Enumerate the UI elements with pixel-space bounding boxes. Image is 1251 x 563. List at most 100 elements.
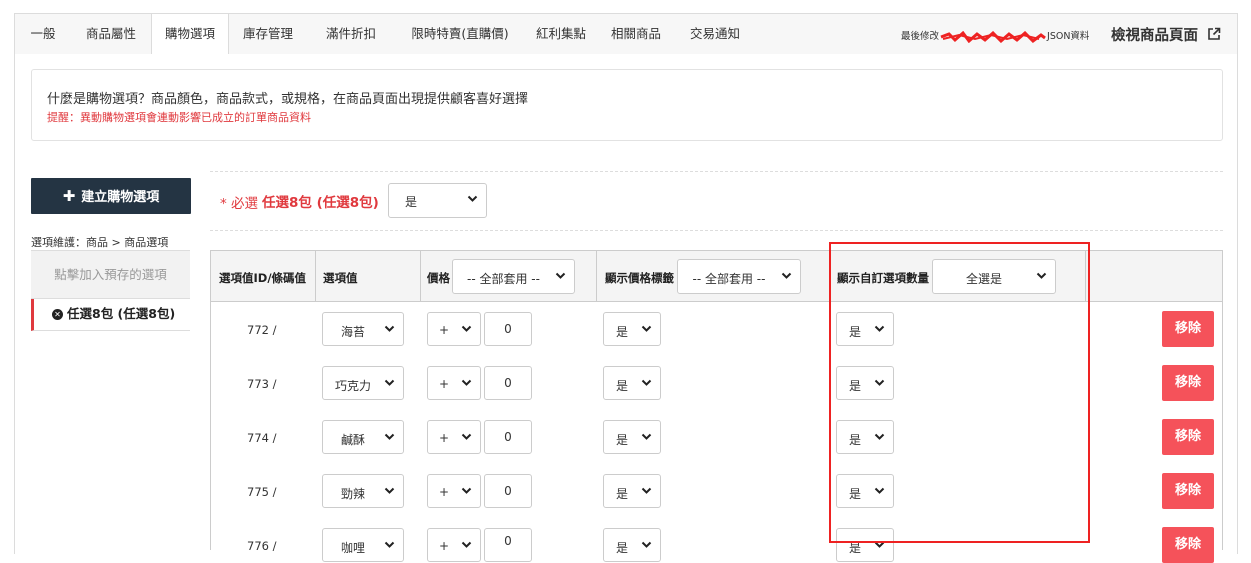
chevron-down-icon	[641, 485, 652, 499]
maintenance-breadcrumb: 選項維護：商品 > 商品選項	[31, 236, 169, 249]
show-price-tag-select[interactable]: 是	[603, 528, 661, 562]
redacted-scribble	[940, 30, 1046, 43]
row-id: 774 /	[247, 431, 277, 445]
tab-bar: 一般 商品屬性 購物選項 庫存管理 滿件折扣 限時特賣(直購價) 紅利集點 相關…	[14, 13, 1238, 54]
tab-inventory[interactable]: 庫存管理	[229, 14, 307, 54]
price-sign: +	[438, 431, 450, 445]
create-option-button[interactable]: ✚ 建立購物選項	[31, 178, 191, 214]
option-name: 任選8包 (任選8包)	[262, 195, 379, 211]
chevron-down-icon	[384, 323, 395, 337]
tab-transaction-notice[interactable]: 交易通知	[675, 14, 755, 54]
info-warning: 提醒：異動購物選項會連動影響已成立的訂單商品資料	[47, 111, 311, 124]
show-price-tag-select[interactable]: 是	[603, 474, 661, 508]
remove-button[interactable]: 移除	[1162, 527, 1214, 563]
price-input[interactable]: 0	[484, 312, 532, 346]
chevron-down-icon	[467, 193, 478, 207]
price-sign-select[interactable]: +	[427, 366, 481, 400]
option-value-select[interactable]: 鹹酥	[322, 420, 404, 454]
divider	[210, 171, 1223, 172]
tab-flash-sale[interactable]: 限時特賣(直購價)	[395, 14, 525, 54]
show-price-tag-value: 是	[615, 379, 628, 393]
price-apply-all-select[interactable]: -- 全部套用 --	[452, 259, 575, 294]
required-label: * 必選	[220, 196, 259, 212]
row-id: 775 /	[247, 485, 277, 499]
json-link[interactable]: JSON資料	[1047, 31, 1089, 42]
price-sign: +	[438, 539, 450, 553]
option-value: 鹹酥	[340, 433, 365, 447]
chevron-down-icon	[384, 539, 395, 553]
chevron-down-icon	[461, 539, 472, 553]
th-show-price-tag: 顯示價格標籤	[605, 271, 674, 285]
option-value: 海苔	[340, 325, 365, 339]
th-price: 價格	[427, 271, 450, 285]
view-page-label: 檢視商品頁面	[1111, 28, 1198, 44]
required-select[interactable]: 是	[388, 183, 487, 218]
tab-related-products[interactable]: 相關商品	[597, 14, 675, 54]
option-list: 點擊加入預存的選項 ✕ 任選8包 (任選8包)	[31, 250, 190, 331]
option-value-select[interactable]: 海苔	[322, 312, 404, 346]
price-sign-select[interactable]: +	[427, 312, 481, 346]
tab-shopping-options[interactable]: 購物選項	[151, 13, 229, 54]
price-tag-apply-all-value: -- 全部套用 --	[692, 272, 766, 286]
remove-button[interactable]: 移除	[1162, 473, 1214, 509]
remove-button[interactable]: 移除	[1162, 365, 1214, 401]
column-divider	[315, 251, 316, 302]
tab-attributes[interactable]: 商品屬性	[71, 14, 151, 54]
option-value-select[interactable]: 巧克力	[322, 366, 404, 400]
chevron-down-icon	[461, 431, 472, 445]
show-price-tag-select[interactable]: 是	[603, 420, 661, 454]
option-value-select[interactable]: 咖哩	[322, 528, 404, 562]
price-apply-all-value: -- 全部套用 --	[467, 272, 540, 286]
option-value-select[interactable]: 勁辣	[322, 474, 404, 508]
option-value: 咖哩	[340, 541, 365, 555]
highlight-annotation-box	[829, 242, 1090, 543]
chevron-down-icon	[384, 485, 395, 499]
chevron-down-icon	[461, 485, 472, 499]
price-sign: +	[438, 377, 450, 391]
tab-quantity-discount[interactable]: 滿件折扣	[307, 14, 395, 54]
view-product-page-link[interactable]: 檢視商品頁面	[1111, 24, 1221, 45]
add-preset-option[interactable]: 點擊加入預存的選項	[31, 251, 190, 299]
column-divider	[420, 251, 421, 302]
show-price-tag-select[interactable]: 是	[603, 312, 661, 346]
price-input[interactable]: 0	[484, 474, 532, 508]
price-input[interactable]: 0	[484, 420, 532, 454]
option-list-item-selected[interactable]: ✕ 任選8包 (任選8包)	[31, 299, 190, 331]
chevron-down-icon	[641, 323, 652, 337]
chevron-down-icon	[641, 539, 652, 553]
column-divider	[596, 251, 597, 302]
row-id: 773 /	[247, 377, 277, 391]
price-sign-select[interactable]: +	[427, 528, 481, 562]
price-sign: +	[438, 485, 450, 499]
option-list-item-label: 任選8包 (任選8包)	[67, 306, 176, 321]
show-price-tag-value: 是	[615, 487, 628, 501]
remove-button[interactable]: 移除	[1162, 419, 1214, 455]
price-input[interactable]: 0	[484, 366, 532, 400]
price-tag-apply-all-select[interactable]: -- 全部套用 --	[677, 259, 801, 294]
external-link-icon	[1208, 27, 1221, 40]
tab-bonus-points[interactable]: 紅利集點	[525, 14, 597, 54]
show-price-tag-value: 是	[615, 325, 628, 339]
remove-circle-icon[interactable]: ✕	[52, 309, 63, 320]
price-input[interactable]: 0	[484, 528, 532, 562]
plus-icon: ✚	[62, 187, 76, 205]
row-id: 772 /	[247, 323, 277, 337]
show-price-tag-value: 是	[615, 433, 628, 447]
show-price-tag-select[interactable]: 是	[603, 366, 661, 400]
chevron-down-icon	[384, 431, 395, 445]
divider	[210, 230, 1223, 231]
chevron-down-icon	[781, 270, 792, 284]
tab-general[interactable]: 一般	[15, 14, 71, 54]
price-sign-select[interactable]: +	[427, 420, 481, 454]
last-modified: 最後修改 JSON資料	[901, 28, 1089, 43]
row-id: 776 /	[247, 539, 277, 553]
price-sign-select[interactable]: +	[427, 474, 481, 508]
th-id: 選項值ID/條碼值	[219, 271, 307, 285]
required-select-value: 是	[405, 195, 418, 209]
chevron-down-icon	[384, 377, 395, 391]
th-value: 選項值	[323, 271, 358, 285]
price-sign: +	[438, 323, 450, 337]
remove-button[interactable]: 移除	[1162, 311, 1214, 347]
chevron-down-icon	[641, 377, 652, 391]
info-box: 什麼是購物選項？商品顏色，商品款式，或規格，在商品頁面出現提供顧客喜好選擇 提醒…	[31, 69, 1223, 141]
